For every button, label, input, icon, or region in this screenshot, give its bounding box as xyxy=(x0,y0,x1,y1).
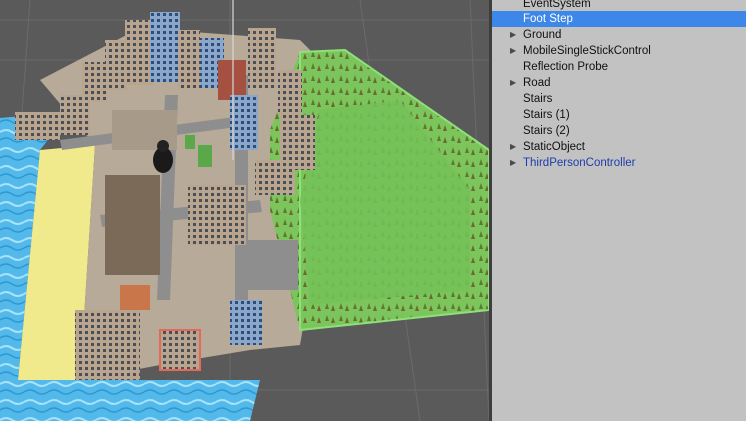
hierarchy-item-label: Stairs (2) xyxy=(523,125,570,137)
hierarchy-item-label: Road xyxy=(523,77,551,89)
hierarchy-panel: EventSystem Foot Step ▶ Ground ▶ MobileS… xyxy=(492,0,746,421)
triangle-right-icon[interactable]: ▶ xyxy=(510,27,520,43)
hierarchy-item-reflection-probe[interactable]: Reflection Probe xyxy=(492,59,746,75)
hierarchy-item-label: Reflection Probe xyxy=(523,61,609,73)
hierarchy-item-label: Ground xyxy=(523,29,562,41)
triangle-right-icon[interactable]: ▶ xyxy=(510,43,520,59)
triangle-right-icon[interactable]: ▶ xyxy=(510,75,520,91)
city-lawn-2 xyxy=(185,135,195,149)
hierarchy-item-thirdpersoncontroller[interactable]: ▶ ThirdPersonController xyxy=(492,155,746,171)
hierarchy-item-label: ThirdPersonController xyxy=(523,157,636,169)
city-lawn xyxy=(198,145,212,167)
hierarchy-item-mobilesinglestickcontrol[interactable]: ▶ MobileSingleStickControl xyxy=(492,43,746,59)
hierarchy-item-label: Stairs xyxy=(523,93,553,105)
hierarchy-item-label: StaticObject xyxy=(523,141,585,153)
hierarchy-item-label: Foot Step xyxy=(523,13,573,25)
hierarchy-item-ground[interactable]: ▶ Ground xyxy=(492,27,746,43)
hierarchy-item-stairs-2[interactable]: Stairs (2) xyxy=(492,123,746,139)
hierarchy-item-foot-step[interactable]: Foot Step xyxy=(492,11,746,27)
triangle-right-icon[interactable]: ▶ xyxy=(510,139,520,155)
scene-view[interactable] xyxy=(0,0,489,421)
scene-canvas[interactable] xyxy=(0,0,489,421)
hierarchy-item-road[interactable]: ▶ Road xyxy=(492,75,746,91)
hierarchy-item-label: Stairs (1) xyxy=(523,109,570,121)
hierarchy-item-staticobject[interactable]: ▶ StaticObject xyxy=(492,139,746,155)
hierarchy-item-label: MobileSingleStickControl xyxy=(523,45,651,57)
hierarchy-item-stairs[interactable]: Stairs xyxy=(492,91,746,107)
hierarchy-item-stairs-1[interactable]: Stairs (1) xyxy=(492,107,746,123)
triangle-right-icon[interactable]: ▶ xyxy=(510,155,520,171)
